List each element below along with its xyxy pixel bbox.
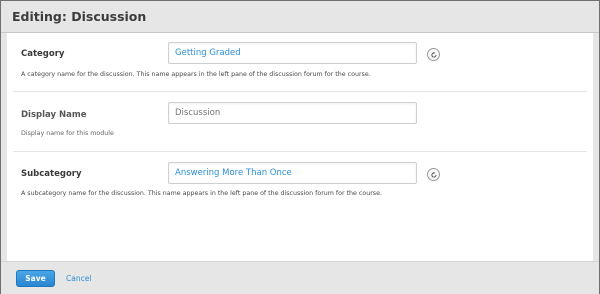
undo-arrow-icon (430, 51, 436, 58)
category-label: Category (21, 49, 65, 59)
dialog-footer: Save Cancel (1, 261, 599, 294)
dialog-body (1, 33, 599, 261)
display-name-field[interactable] (168, 102, 417, 124)
subcategory-input[interactable] (169, 163, 416, 183)
divider (13, 91, 587, 92)
left-gutter (1, 33, 7, 261)
subcategory-reset-button[interactable] (427, 168, 440, 181)
right-gutter (593, 33, 599, 261)
edit-dialog: Editing: Discussion Category A category … (0, 0, 600, 294)
category-input[interactable] (169, 43, 416, 63)
dialog-title: Editing: Discussion (12, 9, 147, 24)
subcategory-label: Subcategory (21, 169, 82, 179)
save-button[interactable]: Save (16, 270, 55, 287)
subcategory-field[interactable] (168, 162, 417, 184)
category-reset-button[interactable] (427, 48, 440, 61)
divider (13, 151, 587, 152)
dialog-header: Editing: Discussion (1, 1, 599, 33)
cancel-link[interactable]: Cancel (66, 274, 91, 283)
display-name-label: Display Name (21, 110, 87, 120)
subcategory-description: A subcategory name for the discussion. T… (21, 190, 382, 197)
display-name-description: Display name for this module (21, 130, 114, 137)
display-name-input[interactable] (169, 103, 416, 123)
category-description: A category name for the discussion. This… (21, 71, 371, 78)
undo-arrow-icon (430, 171, 436, 178)
category-field[interactable] (168, 42, 417, 64)
